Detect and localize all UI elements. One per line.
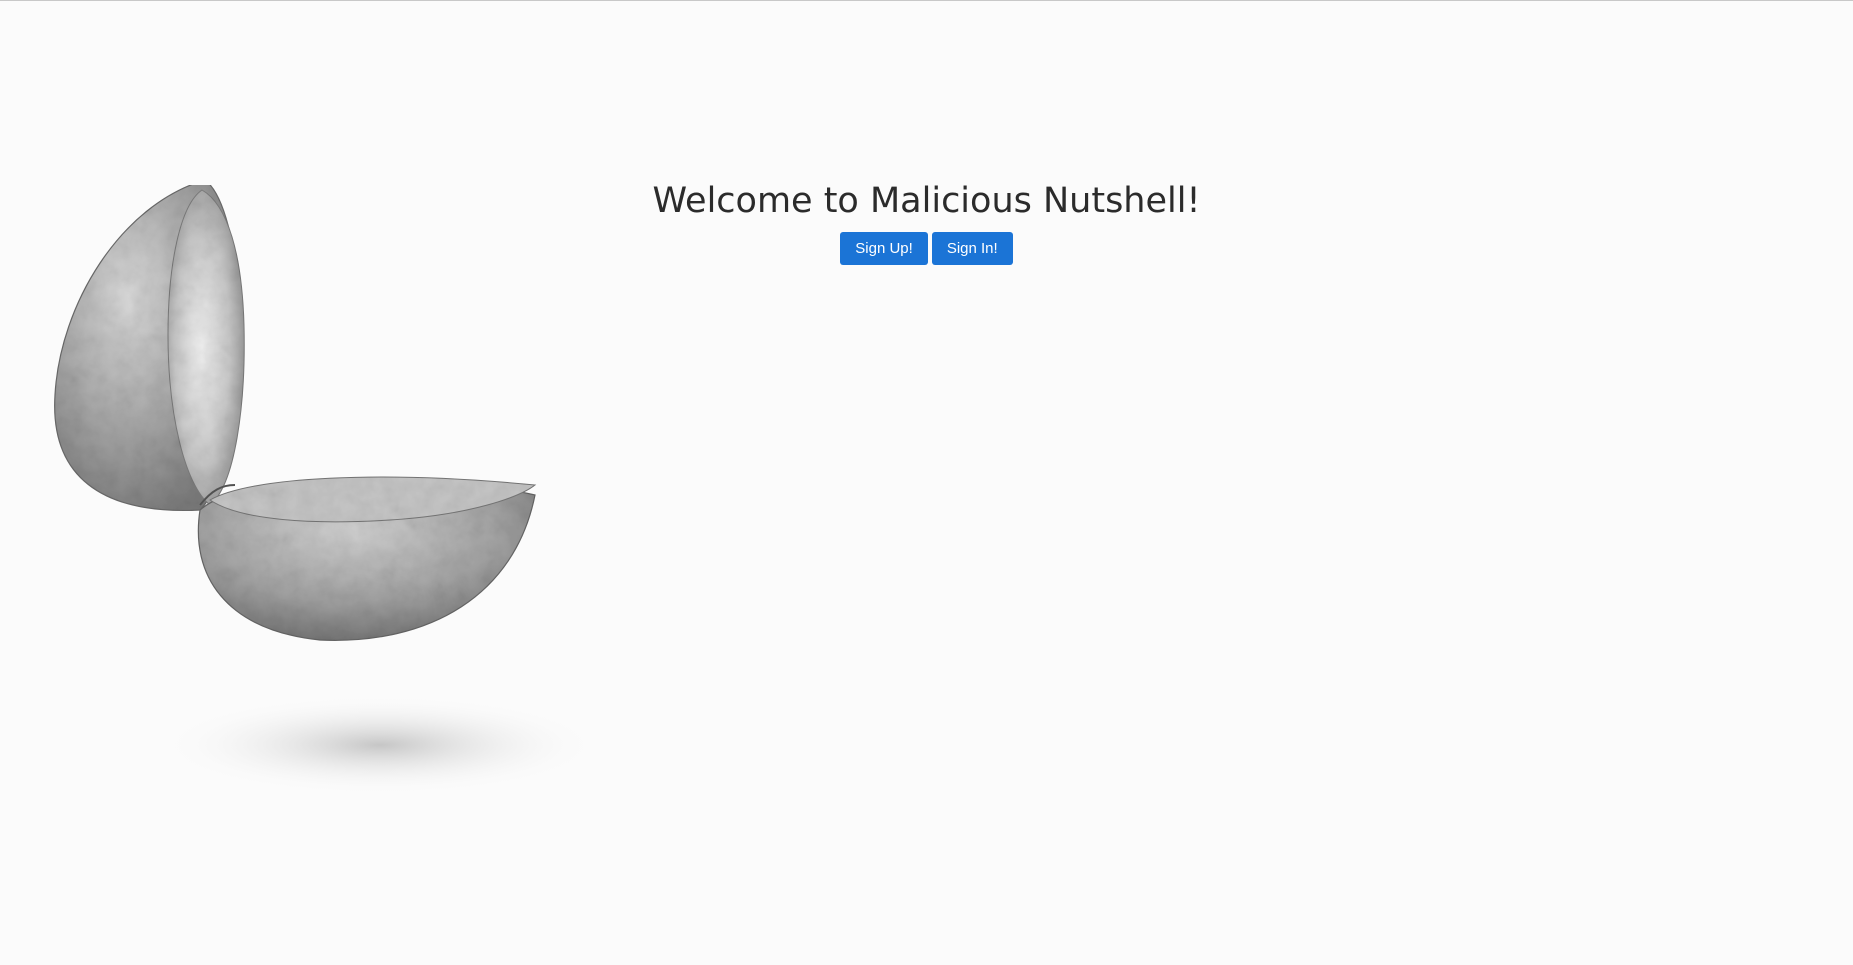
auth-actions: Sign Up! Sign In!	[0, 232, 1853, 265]
sign-up-button[interactable]: Sign Up!	[840, 232, 928, 265]
sign-in-button[interactable]: Sign In!	[931, 232, 1013, 265]
page-title: Welcome to Malicious Nutshell!	[652, 181, 1201, 221]
top-border	[0, 0, 1853, 1]
walnut-shell-image	[50, 185, 650, 825]
welcome-section: Welcome to Malicious Nutshell! Sign Up! …	[0, 178, 1853, 265]
